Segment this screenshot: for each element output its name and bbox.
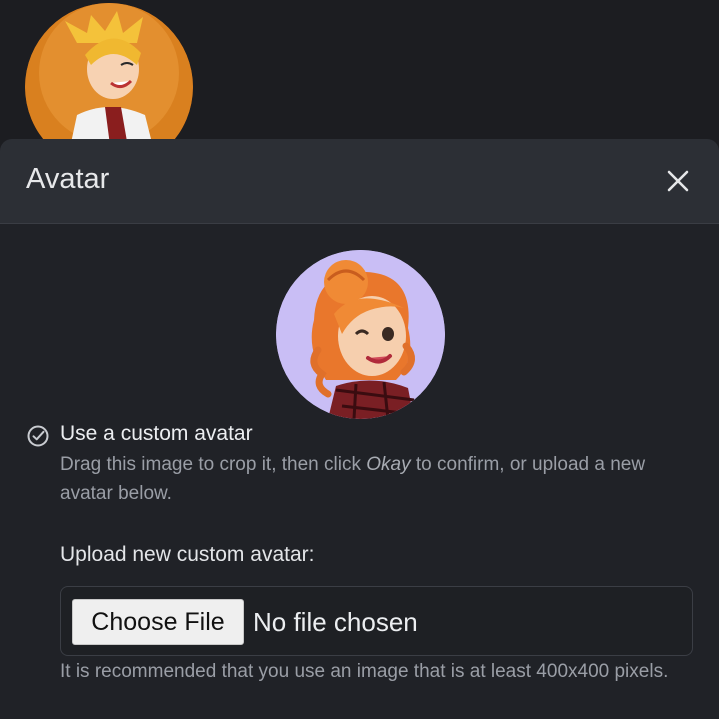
upload-hint: It is recommended that you use an image … bbox=[60, 661, 669, 682]
cartoon-woman-avatar-icon bbox=[276, 250, 445, 419]
close-button[interactable] bbox=[660, 163, 696, 199]
dialog-title: Avatar bbox=[26, 163, 110, 195]
choose-file-button[interactable]: Choose File bbox=[72, 599, 244, 645]
dialog-header: Avatar bbox=[0, 139, 719, 224]
description-emphasis: Okay bbox=[366, 454, 411, 475]
custom-avatar-option-description: Drag this image to crop it, then click O… bbox=[60, 450, 690, 508]
close-icon bbox=[667, 170, 689, 192]
file-status: No file chosen bbox=[253, 607, 418, 637]
file-input[interactable]: Choose File No file chosen bbox=[60, 586, 693, 656]
avatar-preview[interactable] bbox=[276, 250, 445, 419]
check-circle-icon[interactable] bbox=[26, 424, 50, 448]
page: Avatar Use a custom avatar Drag this ima… bbox=[0, 0, 719, 719]
custom-avatar-option-label[interactable]: Use a custom avatar bbox=[60, 420, 253, 448]
upload-label: Upload new custom avatar: bbox=[60, 543, 315, 566]
description-text-start: Drag this image to crop it, then click bbox=[60, 454, 367, 475]
